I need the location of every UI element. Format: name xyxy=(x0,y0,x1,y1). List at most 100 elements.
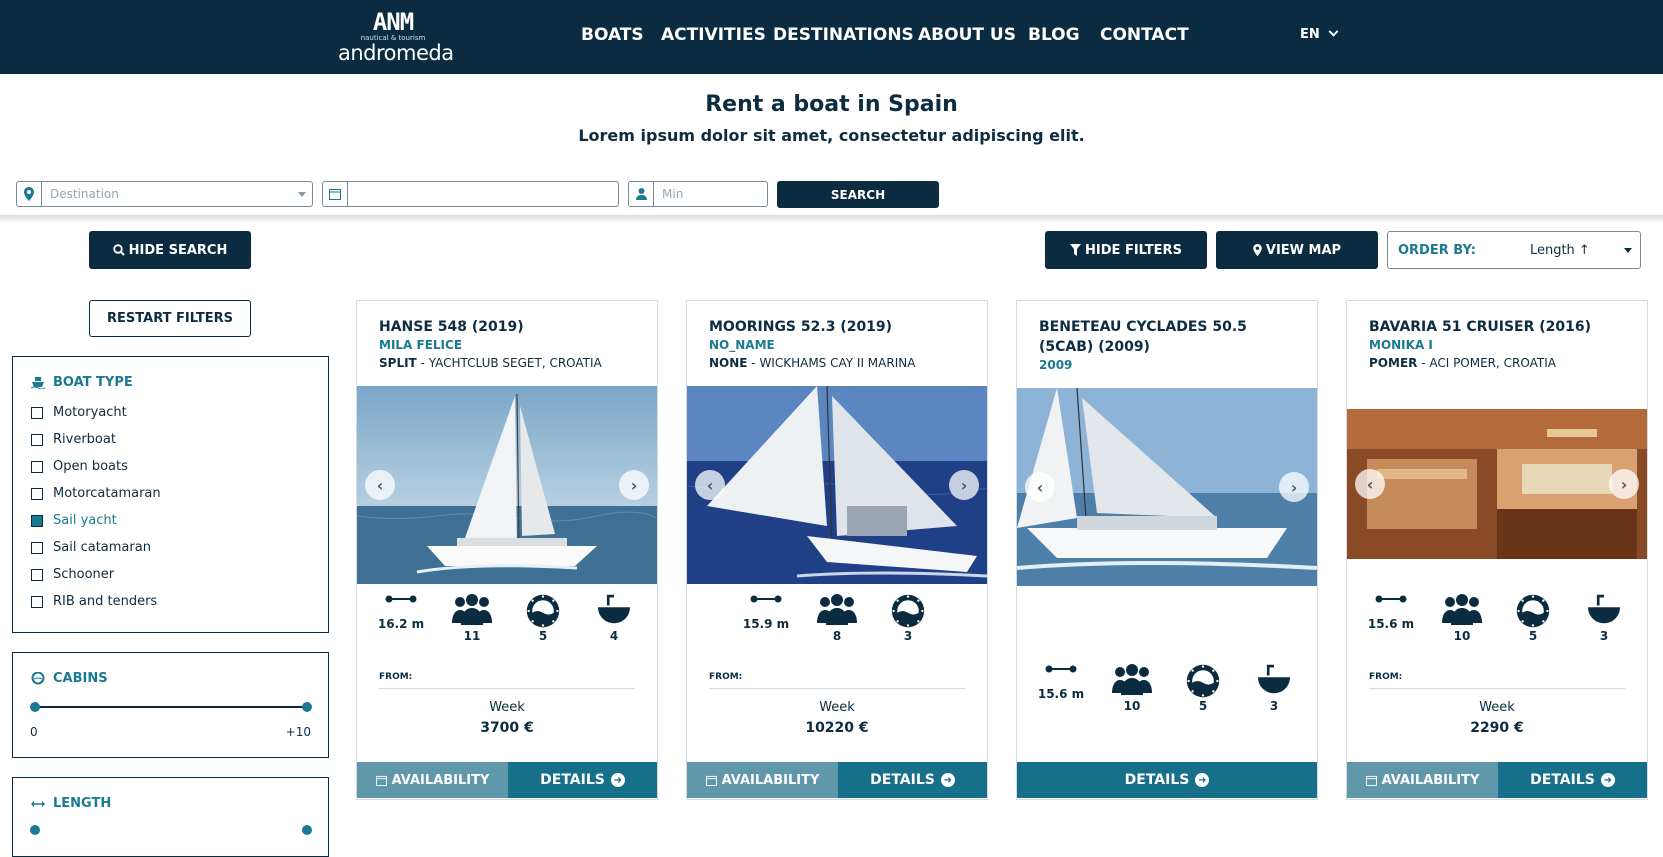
location-marina: - YACHTCLUB SEGET, CROATIA xyxy=(416,356,602,370)
dropdown-caret-icon xyxy=(298,191,306,197)
boat-card[interactable]: BENETEAU CYCLADES 50.5 (5CAB) (2009) 200… xyxy=(1016,300,1318,800)
hide-filters-button[interactable]: HIDE FILTERS xyxy=(1045,231,1207,269)
checkbox[interactable] xyxy=(31,487,43,500)
people-value: 10 xyxy=(1453,629,1471,643)
length-slider-min-handle[interactable] xyxy=(30,825,40,835)
length-slider-max-handle[interactable] xyxy=(302,825,312,835)
option-label: Riverboat xyxy=(53,432,116,447)
hide-search-button[interactable]: HIDE SEARCH xyxy=(89,231,251,269)
checkbox[interactable] xyxy=(31,568,43,581)
boat-title[interactable]: MOORINGS 52.3 (2019) xyxy=(709,317,975,337)
checkbox[interactable] xyxy=(31,433,43,446)
divider xyxy=(379,688,635,689)
details-button[interactable]: DETAILS ➜ xyxy=(1017,762,1317,798)
boat-title[interactable]: BENETEAU CYCLADES 50.5 (5CAB) (2009) xyxy=(1039,317,1305,357)
prev-photo-arrow[interactable]: ‹ xyxy=(1025,472,1055,502)
availability-button[interactable]: AVAILABILITY xyxy=(357,762,508,798)
arrow-right-icon: ➜ xyxy=(610,773,625,787)
checkbox[interactable] xyxy=(31,460,43,473)
availability-label: AVAILABILITY xyxy=(721,772,820,788)
option-label: RIB and tenders xyxy=(53,594,158,609)
people-icon xyxy=(817,593,857,625)
prev-photo-arrow[interactable]: ‹ xyxy=(1355,469,1385,499)
boat-card[interactable]: HANSE 548 (2019) MILA FELICE SPLIT - YAC… xyxy=(356,300,658,800)
availability-button[interactable]: AVAILABILITY xyxy=(1347,762,1498,798)
toilets-spec: 3 xyxy=(1244,663,1304,713)
boat-card[interactable]: BAVARIA 51 CRUISER (2016) MONIKA I POMER… xyxy=(1346,300,1648,800)
boat-title[interactable]: BAVARIA 51 CRUISER (2016) xyxy=(1369,317,1635,337)
option-label: Schooner xyxy=(53,567,115,582)
logo-mark: ANM xyxy=(372,8,414,36)
boat-card[interactable]: MOORINGS 52.3 (2019) NO_NAME NONE - WICK… xyxy=(686,300,988,800)
toilets-spec: 3 xyxy=(1574,593,1634,643)
nav-blog[interactable]: BLOG xyxy=(1028,25,1080,45)
sailboat-photo xyxy=(687,386,987,584)
people-icon xyxy=(452,593,492,625)
arrow-right-icon: ➜ xyxy=(1600,773,1615,787)
boat-title[interactable]: HANSE 548 (2019) xyxy=(379,317,645,337)
next-photo-arrow[interactable]: › xyxy=(619,470,649,500)
length-value: 15.6 m xyxy=(1037,687,1085,701)
people-value: 11 xyxy=(463,629,481,643)
nav-contact[interactable]: CONTACT xyxy=(1100,25,1189,45)
nav-about-us[interactable]: ABOUT US xyxy=(918,25,1016,45)
cabins-slider-max-handle[interactable] xyxy=(302,702,312,712)
view-map-label: VIEW MAP xyxy=(1265,242,1342,258)
language-selector[interactable]: EN xyxy=(1300,26,1339,42)
toilets-value: 4 xyxy=(609,629,619,643)
page-subtitle: Lorem ipsum dolor sit amet, consectetur … xyxy=(578,126,1085,145)
prev-photo-arrow[interactable]: ‹ xyxy=(365,470,395,500)
cabins-value: 5 xyxy=(538,629,548,643)
andromeda-logo[interactable]: ANM nautical & tourism andromeda xyxy=(338,8,454,66)
nav-boats[interactable]: BOATS xyxy=(581,25,644,45)
cabins-min-label: 0 xyxy=(30,725,38,739)
cabins-slider-min-handle[interactable] xyxy=(30,702,40,712)
boat-type-option[interactable]: Motorcatamaran xyxy=(31,486,161,501)
location-marina: - ACI POMER, CROATIA xyxy=(1417,356,1556,370)
boat-type-option[interactable]: Sail yacht xyxy=(31,513,117,528)
availability-button[interactable]: AVAILABILITY xyxy=(687,762,838,798)
date-field[interactable] xyxy=(322,181,619,207)
next-photo-arrow[interactable]: › xyxy=(1609,469,1639,499)
next-photo-arrow[interactable]: › xyxy=(1279,472,1309,502)
search-button[interactable]: SEARCH xyxy=(777,181,939,208)
cabin-interior-photo xyxy=(1347,409,1647,559)
view-map-button[interactable]: VIEW MAP xyxy=(1216,231,1378,269)
length-title: LENGTH xyxy=(31,796,111,811)
order-by-select[interactable]: ORDER BY: Length ↑ xyxy=(1387,231,1641,269)
details-button[interactable]: DETAILS ➜ xyxy=(838,762,987,798)
boat-location: SPLIT - YACHTCLUB SEGET, CROATIA xyxy=(379,356,602,370)
option-label: Open boats xyxy=(53,459,128,474)
option-label: Motorcatamaran xyxy=(53,486,161,501)
checkbox[interactable] xyxy=(31,541,43,554)
details-button[interactable]: DETAILS ➜ xyxy=(1498,762,1647,798)
cabins-slider-track[interactable] xyxy=(35,706,307,708)
guests-field[interactable]: Min xyxy=(628,181,768,207)
boat-location: POMER - ACI POMER, CROATIA xyxy=(1369,356,1556,370)
cabins-spec: 5 xyxy=(1173,663,1233,713)
prev-photo-arrow[interactable]: ‹ xyxy=(695,470,725,500)
arrow-right-icon: ➜ xyxy=(1195,773,1210,787)
checkbox[interactable] xyxy=(31,406,43,419)
boat-type-option[interactable]: Riverboat xyxy=(31,432,116,447)
boat-type-option[interactable]: Open boats xyxy=(31,459,128,474)
people-value: 10 xyxy=(1123,699,1141,713)
length-icon xyxy=(750,593,782,605)
checkbox-checked[interactable] xyxy=(31,514,43,527)
nav-destinations[interactable]: DESTINATIONS xyxy=(773,25,914,45)
boat-type-option[interactable]: Sail catamaran xyxy=(31,540,151,555)
porthole-icon xyxy=(1185,663,1221,699)
details-button[interactable]: DETAILS ➜ xyxy=(508,762,657,798)
boat-type-option[interactable]: Motoryacht xyxy=(31,405,127,420)
availability-label: AVAILABILITY xyxy=(1381,772,1480,788)
destination-select[interactable]: Destination xyxy=(16,181,313,207)
nav-activities[interactable]: ACTIVITIES xyxy=(661,25,766,45)
divider xyxy=(1369,688,1625,689)
boat-type-option[interactable]: RIB and tenders xyxy=(31,594,157,609)
toilets-value: 3 xyxy=(1599,629,1609,643)
boat-type-option[interactable]: Schooner xyxy=(31,567,114,582)
restart-filters-button[interactable]: RESTART FILTERS xyxy=(89,300,251,337)
checkbox[interactable] xyxy=(31,595,43,608)
location-city: SPLIT xyxy=(379,356,417,370)
next-photo-arrow[interactable]: › xyxy=(949,470,979,500)
